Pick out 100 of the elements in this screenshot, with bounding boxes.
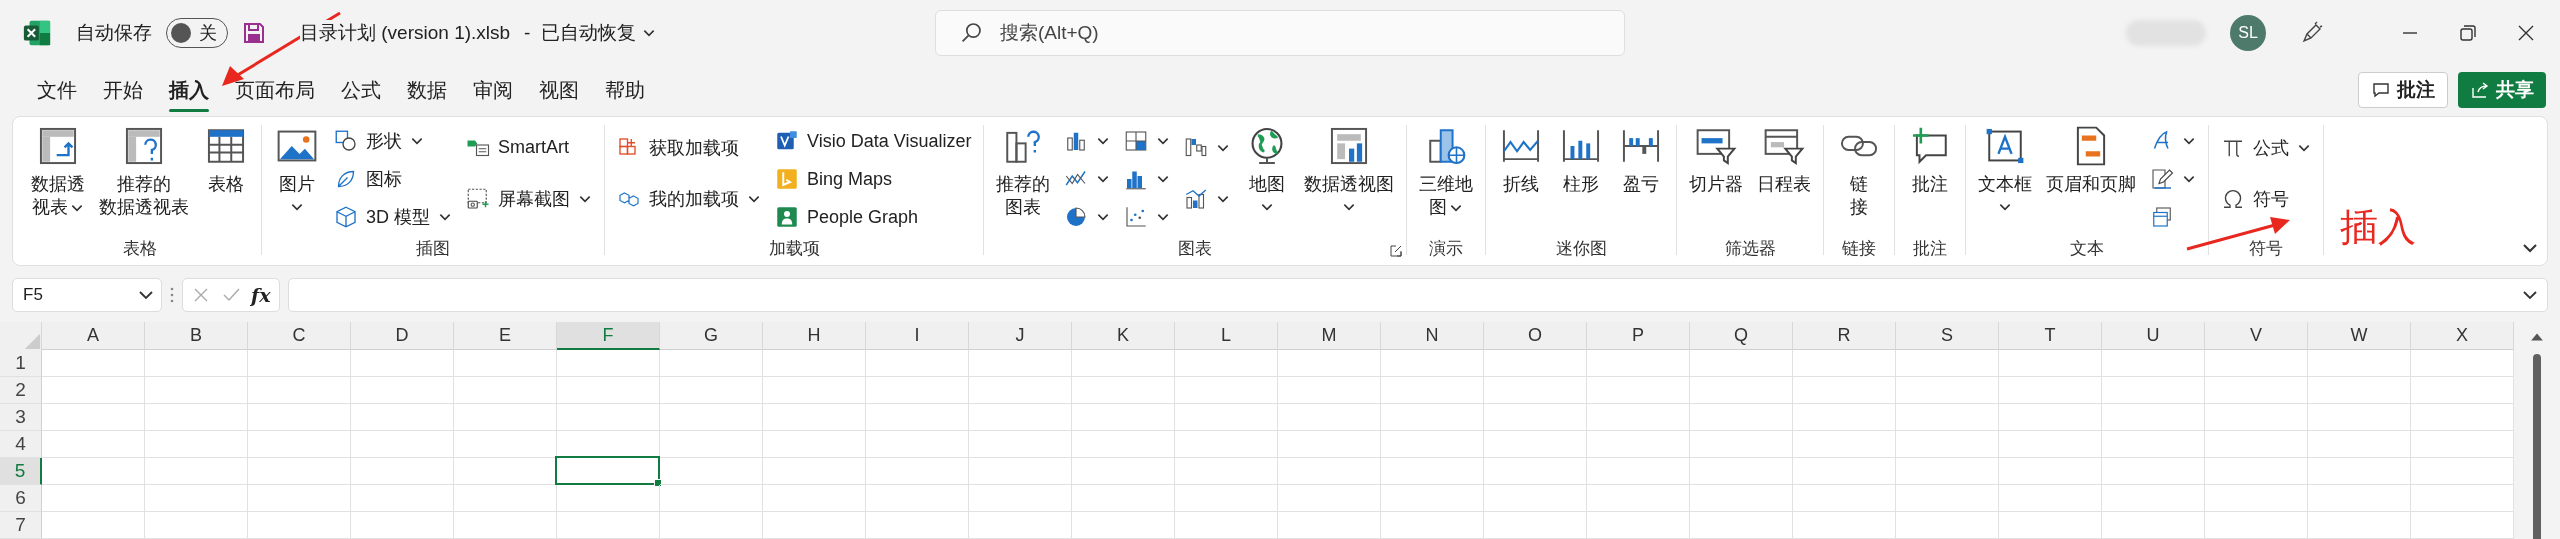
ribbon-button[interactable]: SmartArt [462,131,596,164]
grid-cell[interactable] [1278,485,1381,512]
grid-cell[interactable] [1072,431,1175,458]
grid-cell[interactable] [866,512,969,539]
grid-cell[interactable] [351,431,454,458]
grid-cell[interactable] [1793,350,1896,377]
grid-cell[interactable] [660,377,763,404]
grid-cell[interactable] [660,512,763,539]
grid-cell[interactable] [1587,377,1690,404]
grid-cell[interactable] [351,512,454,539]
column-header[interactable]: U [2102,322,2205,350]
grid-cell[interactable] [145,404,248,431]
column-header[interactable]: J [969,322,1072,350]
grid-cell[interactable] [660,350,763,377]
column-header[interactable]: G [660,322,763,350]
ribbon-button[interactable]: 符号 [2217,182,2316,215]
drag-handle-icon[interactable] [170,285,174,305]
grid-cell[interactable] [1381,512,1484,539]
grid-cell[interactable] [866,404,969,431]
grid-cell[interactable] [969,377,1072,404]
grid-cell[interactable] [1793,458,1896,485]
grid-cell[interactable] [1278,350,1381,377]
grid-cell[interactable] [1793,431,1896,458]
grid-cell[interactable] [557,485,660,512]
grid-cell[interactable] [248,404,351,431]
user-avatar[interactable]: SL [2230,15,2266,51]
grid-cell[interactable] [42,350,145,377]
grid-cell[interactable] [2102,404,2205,431]
grid-cell[interactable] [1896,350,1999,377]
ribbon-button[interactable]: 日程表 [1753,123,1816,235]
grid-cell[interactable] [557,404,660,431]
ribbon-button[interactable]: 图标 [330,163,456,195]
grid-cell[interactable] [1896,431,1999,458]
grid-cell[interactable] [248,377,351,404]
row-header[interactable]: 4 [0,431,42,458]
column-header[interactable]: B [145,322,248,350]
grid-cell[interactable] [557,512,660,539]
grid-cell[interactable] [1587,512,1690,539]
grid-cell[interactable] [1381,431,1484,458]
row-header[interactable]: 7 [0,512,42,539]
grid-cell[interactable] [248,431,351,458]
ribbon-button[interactable]: 三维地 图 [1415,123,1478,235]
grid-cell[interactable] [1587,404,1690,431]
grid-cell[interactable] [454,485,557,512]
grid-cell[interactable] [2102,485,2205,512]
grid-cell[interactable] [145,350,248,377]
grid-cell[interactable] [660,431,763,458]
column-header[interactable]: R [1793,322,1896,350]
grid-cell[interactable] [1072,350,1175,377]
grid-cell[interactable] [1484,512,1587,539]
grid-cell[interactable] [2308,350,2411,377]
comments-button[interactable]: 批注 [2358,72,2448,108]
ribbon-button[interactable]: 我的加载项 [613,182,765,215]
grid-cell[interactable] [1175,377,1278,404]
grid-cell[interactable] [1175,404,1278,431]
grid-cell[interactable] [1793,377,1896,404]
grid-cell[interactable] [1072,512,1175,539]
ribbon-button[interactable]: 表格 [199,123,253,235]
grid-cell[interactable] [42,377,145,404]
grid-cell[interactable] [969,431,1072,458]
grid-cell[interactable] [969,458,1072,485]
grid-cell[interactable] [2102,350,2205,377]
grid-cell[interactable] [2205,458,2308,485]
grid-cell[interactable] [1072,485,1175,512]
grid-cell[interactable] [454,377,557,404]
grid-cell[interactable] [969,404,1072,431]
grid-cell[interactable] [2205,431,2308,458]
search-field[interactable]: 搜索(Alt+Q) [935,10,1625,56]
grid-cell[interactable] [42,512,145,539]
grid-cell[interactable] [248,485,351,512]
grid-cell[interactable] [1381,485,1484,512]
row-header[interactable]: 3 [0,404,42,431]
grid-cell[interactable] [145,485,248,512]
ribbon-button[interactable]: 切片器 [1685,123,1748,235]
ribbon-button[interactable]: 批注 [1903,123,1958,235]
grid-cell[interactable] [351,377,454,404]
grid-cell[interactable] [454,431,557,458]
grid-cell[interactable] [969,485,1072,512]
column-header[interactable]: O [1484,322,1587,350]
ribbon-button[interactable]: Visio Data Visualizer [771,125,976,157]
grid-cell[interactable] [1896,377,1999,404]
grid-cell[interactable] [1690,512,1793,539]
grid-cell[interactable] [1072,458,1175,485]
grid-cell[interactable] [2308,404,2411,431]
grid-cell[interactable] [1278,512,1381,539]
grid-cell[interactable] [145,512,248,539]
ribbon-button[interactable]: 数据透视图 [1300,123,1399,235]
ribbon-button[interactable]: 柱形 [1554,123,1609,235]
column-header[interactable]: M [1278,322,1381,350]
grid-cell[interactable] [866,485,969,512]
ribbon-button[interactable]: Bing Maps [771,163,976,195]
ribbon-button[interactable]: 折线 [1494,123,1549,235]
ribbon-tab[interactable]: 文件 [24,68,90,112]
grid-cell[interactable] [351,350,454,377]
grid-cell[interactable] [866,458,969,485]
column-header[interactable]: C [248,322,351,350]
grid-cell[interactable] [42,458,145,485]
grid-cell[interactable] [2308,431,2411,458]
grid-cell[interactable] [2102,377,2205,404]
grid-cell[interactable] [557,350,660,377]
